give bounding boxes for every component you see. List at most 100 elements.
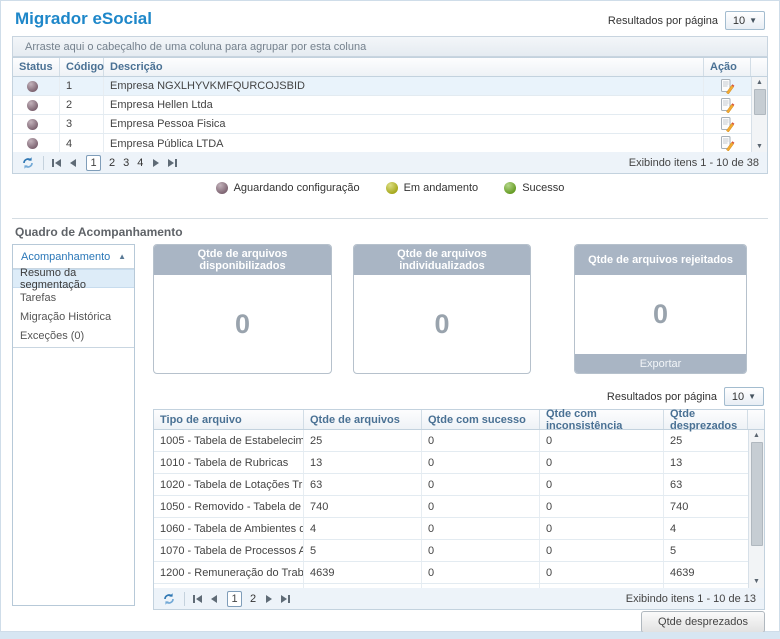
column-header-codigo[interactable]: Código xyxy=(60,58,104,76)
chevron-down-icon: ▼ xyxy=(749,16,757,25)
sidebar-item-migracao-historica[interactable]: Migração Histórica xyxy=(13,307,134,326)
edit-icon[interactable] xyxy=(720,117,735,132)
panel-title: Quadro de Acompanhamento xyxy=(15,225,183,239)
page-number[interactable]: 4 xyxy=(137,157,143,169)
table-row[interactable]: 2 Empresa Hellen Ltda xyxy=(13,96,751,115)
exportar-button[interactable]: Exportar xyxy=(575,354,746,373)
card-arquivos-individualizados: Qtde de arquivos individualizados 0 xyxy=(353,244,531,374)
legend-item-aguardando: Aguardando configuração xyxy=(216,182,360,194)
column-header-status[interactable]: Status xyxy=(13,58,60,76)
migrador-esocial-page: Migrador eSocial Resultados por página 1… xyxy=(0,0,780,639)
group-by-drop-zone[interactable]: Arraste aqui o cabeçalho de uma coluna p… xyxy=(12,36,768,57)
card-title: Qtde de arquivos disponibilizados xyxy=(154,245,331,275)
next-page-button[interactable] xyxy=(266,595,272,603)
table-row[interactable]: 1050 - Removido - Tabela de Horário... 7… xyxy=(154,496,748,518)
legend-inprogress-icon xyxy=(386,182,398,194)
edit-icon[interactable] xyxy=(720,98,735,113)
card-title: Qtde de arquivos individualizados xyxy=(354,245,530,275)
card-arquivos-disponibilizados: Qtde de arquivos disponibilizados 0 xyxy=(153,244,332,374)
page-number-current[interactable]: 1 xyxy=(86,155,101,171)
files-table: Tipo de arquivo Qtde de arquivos Qtde co… xyxy=(153,409,765,589)
files-pager: 1 2 Exibindo itens 1 - 10 de 13 xyxy=(153,588,765,610)
page-number[interactable]: 3 xyxy=(123,157,129,169)
card-title: Qtde de arquivos rejeitados xyxy=(575,245,746,275)
status-legend: Aguardando configuração Em andamento Suc… xyxy=(1,182,779,194)
edit-icon[interactable] xyxy=(720,136,735,151)
first-page-button[interactable] xyxy=(52,159,61,167)
table-row[interactable]: 1 Empresa NGXLHYVKMFQURCOJSBID xyxy=(13,77,751,96)
pager-summary: Exibindo itens 1 - 10 de 38 xyxy=(629,157,759,169)
companies-pager: 1 2 3 4 Exibindo itens 1 - 10 de 38 xyxy=(12,152,768,174)
table-row[interactable]: 1200 - Remuneração do Trabalhador 4639 0… xyxy=(154,562,748,584)
table-row[interactable]: 1010 - Tabela de Rubricas 13 0 0 13 xyxy=(154,452,748,474)
scrollbar-thumb[interactable] xyxy=(754,89,766,115)
collapse-up-icon[interactable]: ▲ xyxy=(118,252,126,261)
acompanhamento-sidebar: Acompanhamento ▲ Resumo da segmentação T… xyxy=(12,244,135,606)
companies-table-header: Status Código Descrição Ação xyxy=(13,58,767,77)
results-per-page-value: 10 xyxy=(733,15,745,27)
bottom-strip xyxy=(0,632,780,639)
companies-table: Status Código Descrição Ação 1 Empresa N… xyxy=(12,57,768,154)
results-per-page-top: Resultados por página 10 ▼ xyxy=(608,11,765,30)
status-waiting-icon xyxy=(27,100,38,111)
card-value: 0 xyxy=(434,309,449,340)
table-row[interactable]: 1060 - Tabela de Ambientes de Trab... 4 … xyxy=(154,518,748,540)
legend-waiting-icon xyxy=(216,182,228,194)
table-row[interactable]: 1070 - Tabela de Processos Administ... 5… xyxy=(154,540,748,562)
column-header-qtde-desprezados[interactable]: Qtde desprezados xyxy=(664,410,748,429)
column-header-qtde-com-sucesso[interactable]: Qtde com sucesso xyxy=(422,410,540,429)
sidebar-item-excecoes[interactable]: Exceções (0) xyxy=(13,326,134,345)
vertical-scrollbar[interactable]: ▲ ▼ xyxy=(751,77,767,153)
refresh-icon[interactable] xyxy=(162,592,176,606)
column-header-descricao[interactable]: Descrição xyxy=(104,58,704,76)
table-row[interactable]: 1020 - Tabela de Lotações Tributárias 63… xyxy=(154,474,748,496)
last-page-button[interactable] xyxy=(168,159,177,167)
column-header-tipo-de-arquivo[interactable]: Tipo de arquivo xyxy=(154,410,304,429)
table-row[interactable]: 3 Empresa Pessoa Fisica xyxy=(13,115,751,134)
card-arquivos-rejeitados: Qtde de arquivos rejeitados 0 Exportar xyxy=(574,244,747,374)
column-header-qtde-com-inconsistencia[interactable]: Qtde com inconsistência xyxy=(540,410,664,429)
scroll-up-icon[interactable]: ▲ xyxy=(753,430,760,442)
results-per-page-value: 10 xyxy=(732,391,744,403)
column-header-qtde-de-arquivos[interactable]: Qtde de arquivos xyxy=(304,410,422,429)
sidebar-item-resumo-da-segmentacao[interactable]: Resumo da segmentação xyxy=(13,269,134,288)
results-per-page-bottom: Resultados por página 10 ▼ xyxy=(607,387,764,406)
previous-page-button[interactable] xyxy=(211,595,217,603)
status-waiting-icon xyxy=(27,138,38,149)
card-value: 0 xyxy=(235,309,250,340)
results-per-page-label: Resultados por página xyxy=(608,15,718,27)
results-per-page-label: Resultados por página xyxy=(607,391,717,403)
first-page-button[interactable] xyxy=(193,595,202,603)
status-waiting-icon xyxy=(27,119,38,130)
scroll-up-icon[interactable]: ▲ xyxy=(756,77,763,89)
sidebar-item-tarefas[interactable]: Tarefas xyxy=(13,288,134,307)
table-row[interactable]: 1005 - Tabela de Estabelecimentos, ... 2… xyxy=(154,430,748,452)
legend-item-andamento: Em andamento xyxy=(386,182,479,194)
pager-summary: Exibindo itens 1 - 10 de 13 xyxy=(626,593,756,605)
next-page-button[interactable] xyxy=(153,159,159,167)
legend-success-icon xyxy=(504,182,516,194)
header-scroll-spacer xyxy=(748,410,764,429)
sidebar-header[interactable]: Acompanhamento ▲ xyxy=(13,245,134,269)
legend-item-sucesso: Sucesso xyxy=(504,182,564,194)
previous-page-button[interactable] xyxy=(70,159,76,167)
page-number[interactable]: 2 xyxy=(250,593,256,605)
table-row[interactable]: 4 Empresa Pública LTDA xyxy=(13,134,751,153)
results-per-page-select[interactable]: 10 ▼ xyxy=(724,387,764,406)
column-header-acao[interactable]: Ação xyxy=(704,58,751,76)
files-table-header: Tipo de arquivo Qtde de arquivos Qtde co… xyxy=(154,410,764,430)
last-page-button[interactable] xyxy=(281,595,290,603)
refresh-icon[interactable] xyxy=(21,156,35,170)
scrollbar-thumb[interactable] xyxy=(751,442,763,546)
edit-icon[interactable] xyxy=(720,79,735,94)
page-number-current[interactable]: 1 xyxy=(227,591,242,607)
results-per-page-select[interactable]: 10 ▼ xyxy=(725,11,765,30)
chevron-down-icon: ▼ xyxy=(748,392,756,401)
vertical-scrollbar[interactable]: ▲ ▼ xyxy=(748,430,764,588)
qtde-desprezados-button[interactable]: Qtde desprezados xyxy=(641,611,765,633)
header-scroll-spacer xyxy=(751,58,767,76)
card-value: 0 xyxy=(653,299,668,330)
scroll-down-icon[interactable]: ▼ xyxy=(753,576,760,588)
app-container: Migrador eSocial Resultados por página 1… xyxy=(0,0,780,632)
page-number[interactable]: 2 xyxy=(109,157,115,169)
